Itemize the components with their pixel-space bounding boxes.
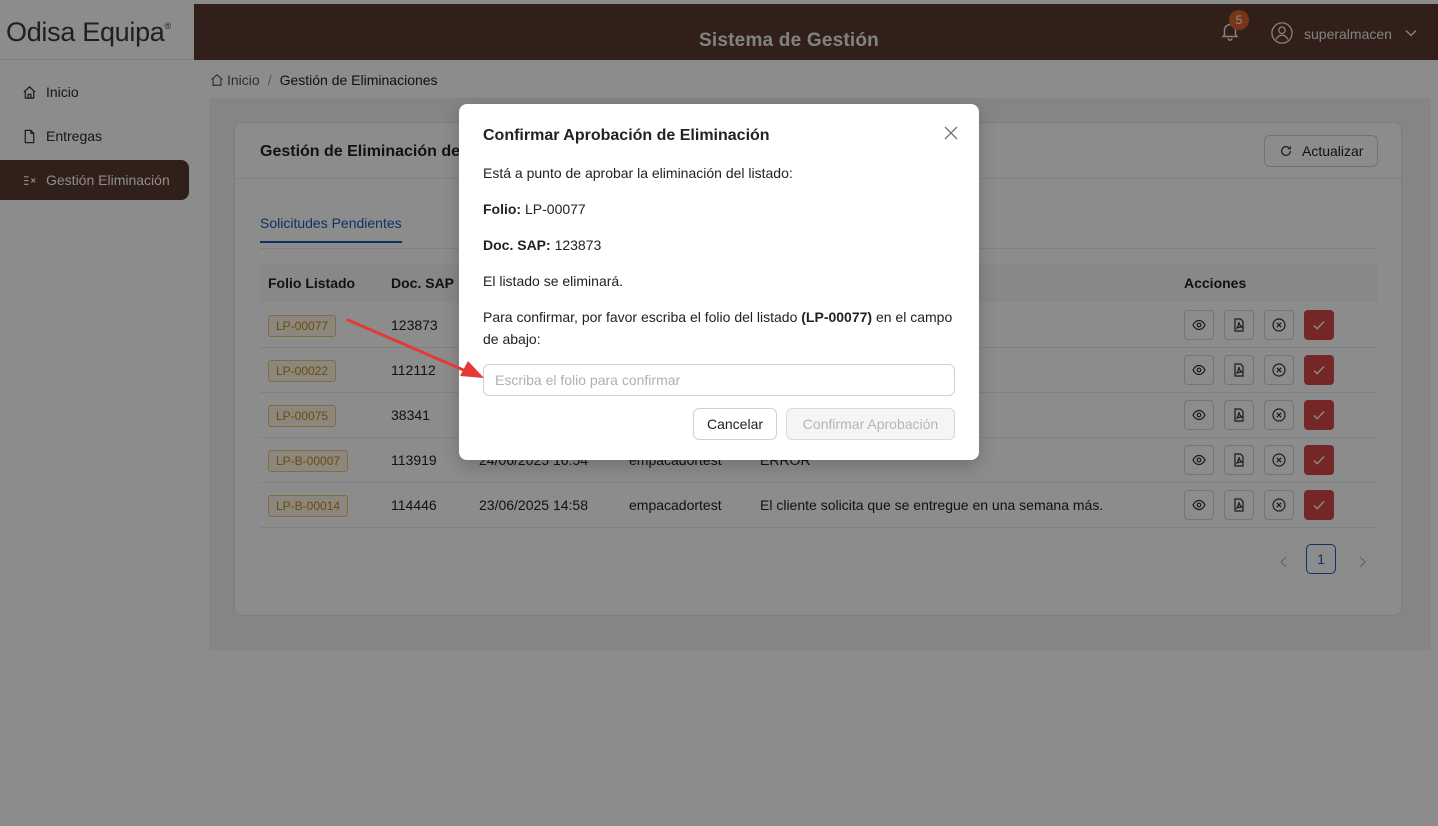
modal-instruction: Para confirmar, por favor escriba el fol… <box>483 306 952 328</box>
doc-label: Doc. SAP: <box>483 237 551 253</box>
modal-doc: Doc. SAP: 123873 <box>483 234 601 256</box>
confirm-approval-button[interactable]: Confirmar Aprobación <box>786 408 955 440</box>
instruction-pre: Para confirmar, por favor escriba el fol… <box>483 309 798 325</box>
confirm-modal: Confirmar Aprobación de Eliminación Está… <box>459 104 979 460</box>
folio-confirm-input[interactable] <box>483 364 955 396</box>
doc-value: 123873 <box>554 237 602 253</box>
modal-intro: Está a punto de aprobar la eliminación d… <box>483 165 793 181</box>
instruction-post: en el campo <box>875 309 953 325</box>
close-icon[interactable] <box>943 125 959 141</box>
cancel-button[interactable]: Cancelar <box>693 408 777 440</box>
modal-note: El listado se eliminará. <box>483 273 624 289</box>
instruction-bold: (LP-00077) <box>801 309 873 325</box>
folio-label: Folio: <box>483 201 522 217</box>
annotation-arrow-icon <box>346 318 484 378</box>
modal-folio: Folio: LP-00077 <box>483 198 586 220</box>
modal-instruction-line2: de abajo: <box>483 331 541 347</box>
folio-value: LP-00077 <box>525 201 586 217</box>
modal-title: Confirmar Aprobación de Eliminación <box>483 127 770 144</box>
